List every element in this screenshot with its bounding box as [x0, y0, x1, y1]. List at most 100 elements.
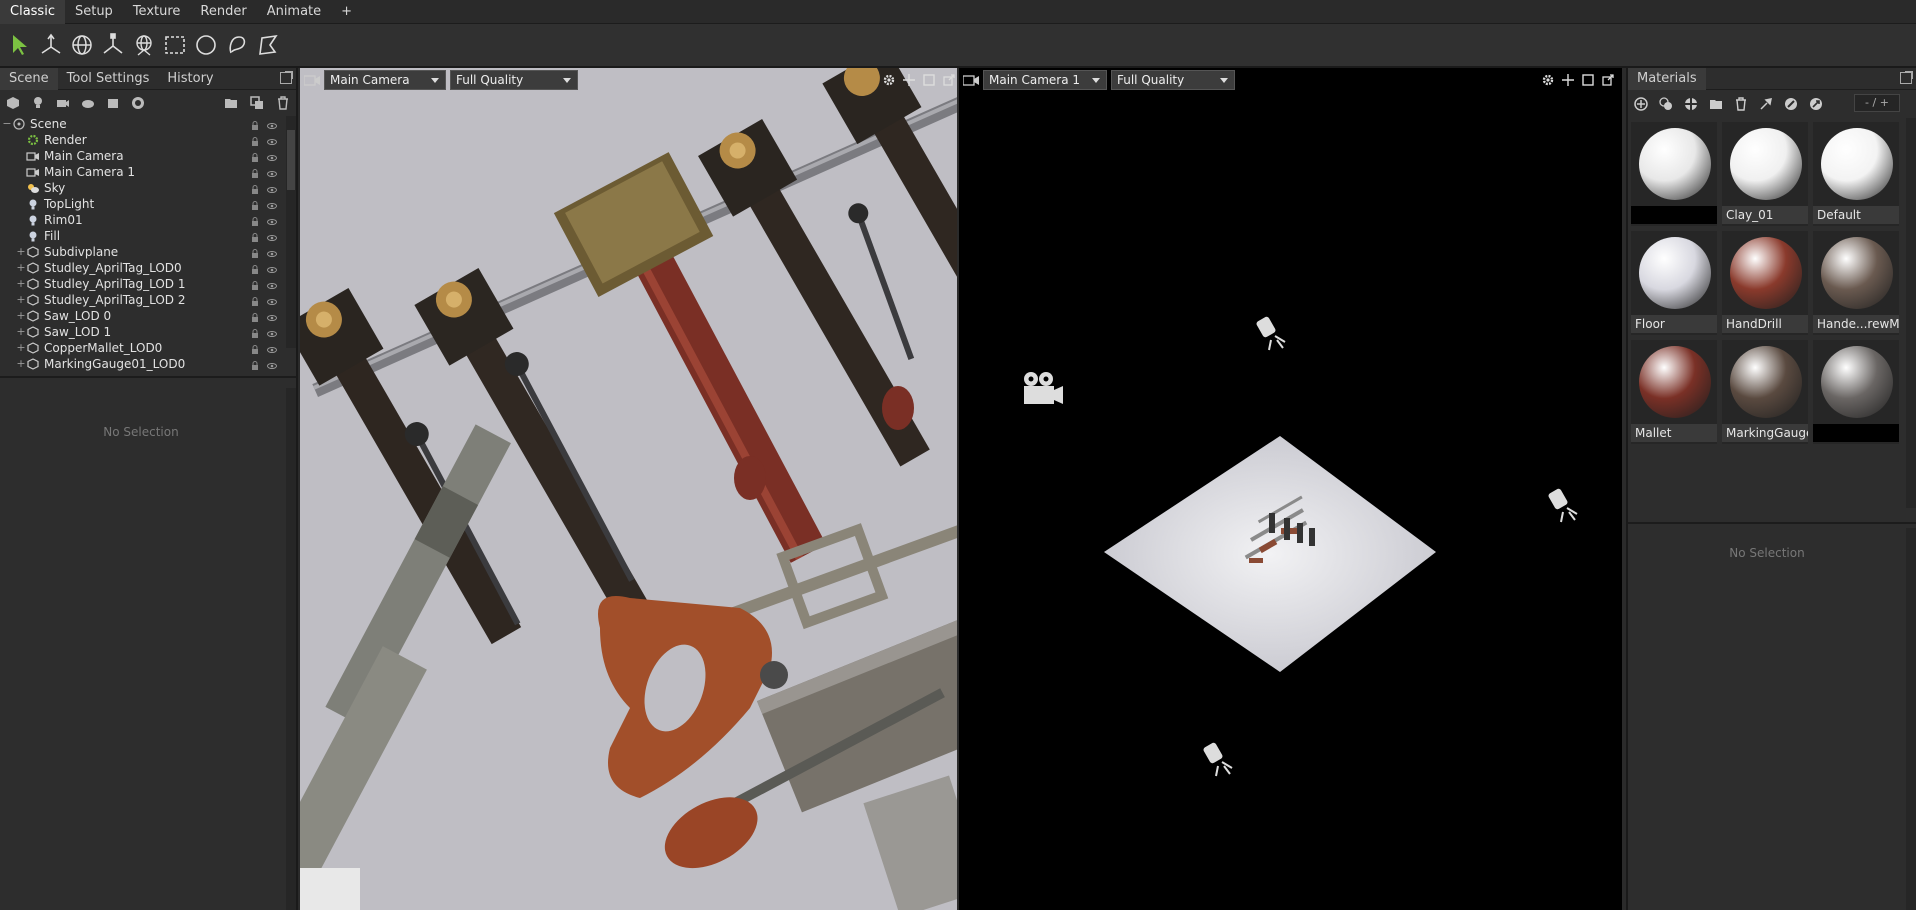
visibility-eye-icon[interactable] — [267, 215, 277, 225]
add-object-icon[interactable] — [4, 94, 22, 112]
duplicate-icon[interactable] — [248, 94, 266, 112]
scene-tree-item[interactable]: + Studley_AprilTag_LOD0 — [0, 260, 296, 276]
move-view-icon[interactable] — [1560, 72, 1576, 88]
scene-tree-item[interactable]: + MarkingGauge01_LOD0 — [0, 356, 296, 372]
delete-icon[interactable] — [274, 94, 292, 112]
folder-icon[interactable] — [1707, 95, 1725, 113]
visibility-eye-icon[interactable] — [267, 359, 277, 369]
scene-tree-item[interactable]: + Saw_LOD 1 — [0, 324, 296, 340]
lock-icon[interactable] — [250, 279, 260, 290]
expand-icon[interactable]: + — [16, 244, 26, 260]
material-swatch[interactable]: Floor — [1631, 231, 1717, 335]
visibility-eye-icon[interactable] — [267, 183, 277, 193]
tab-render[interactable]: Render — [190, 0, 256, 24]
visibility-eye-icon[interactable] — [267, 295, 277, 305]
scene-tree-item[interactable]: + Saw_LOD 0 — [0, 308, 296, 324]
assign-material-icon[interactable] — [1807, 95, 1825, 113]
add-material-icon[interactable] — [1632, 95, 1650, 113]
settings-gear-icon[interactable] — [881, 72, 897, 88]
material-swatch[interactable]: Mallet — [1631, 340, 1717, 444]
scene-tree-item[interactable]: + Studley_AprilTag_LOD 1 — [0, 276, 296, 292]
material-swatch[interactable]: Default — [1813, 122, 1899, 226]
scene-tree-item[interactable]: Rim01 — [0, 212, 296, 228]
quality-dropdown[interactable]: Full Quality — [450, 70, 578, 90]
scene-tree-item[interactable]: Render — [0, 132, 296, 148]
properties-scrollbar[interactable] — [286, 388, 296, 910]
camera-dropdown[interactable]: Main Camera — [324, 70, 446, 90]
lock-icon[interactable] — [250, 359, 260, 370]
tab-materials[interactable]: Materials — [1628, 68, 1706, 90]
scene-tree-item[interactable]: + Subdivplane — [0, 244, 296, 260]
visibility-eye-icon[interactable] — [267, 199, 277, 209]
material-page-field[interactable]: - / + — [1854, 94, 1900, 112]
light-gizmo-icon[interactable] — [1547, 486, 1587, 530]
expand-icon[interactable]: + — [16, 292, 26, 308]
lock-icon[interactable] — [250, 247, 260, 258]
lock-icon[interactable] — [250, 215, 260, 226]
tab-setup[interactable]: Setup — [65, 0, 123, 24]
add-light-icon[interactable] — [29, 94, 47, 112]
expand-icon[interactable]: + — [16, 324, 26, 340]
scene-tree-scrollbar[interactable] — [286, 116, 296, 348]
scene-tree-item[interactable]: TopLight — [0, 196, 296, 212]
folder-icon[interactable] — [222, 94, 240, 112]
viewport-main-camera[interactable]: Main Camera Full Quality — [300, 68, 957, 910]
lock-icon[interactable] — [250, 199, 260, 210]
pick-material-icon[interactable] — [1757, 95, 1775, 113]
visibility-eye-icon[interactable] — [267, 327, 277, 337]
move-view-icon[interactable] — [901, 72, 917, 88]
viewport-main-camera-1[interactable]: Main Camera 1 Full Quality — [959, 68, 1622, 910]
visibility-eye-icon[interactable] — [267, 263, 277, 273]
tab-classic[interactable]: Classic — [0, 0, 65, 24]
camera-gizmo-icon[interactable] — [1019, 370, 1067, 410]
light-gizmo-icon[interactable] — [1255, 314, 1295, 358]
material-swatch[interactable]: Clay_01 — [1722, 122, 1808, 226]
scene-tree-item[interactable]: − Scene — [0, 116, 296, 132]
material-swatch[interactable]: Hande...rewM1 — [1813, 231, 1899, 335]
collapse-icon[interactable]: − — [2, 116, 12, 132]
add-group-icon[interactable] — [104, 94, 122, 112]
camera-dropdown[interactable]: Main Camera 1 — [983, 70, 1107, 90]
delete-icon[interactable] — [1732, 95, 1750, 113]
visibility-eye-icon[interactable] — [267, 119, 277, 129]
tab-scene[interactable]: Scene — [0, 68, 58, 90]
visibility-eye-icon[interactable] — [267, 231, 277, 241]
expand-icon[interactable]: + — [16, 276, 26, 292]
material-swatch[interactable]: MarkingGauge — [1722, 340, 1808, 444]
lock-icon[interactable] — [250, 263, 260, 274]
move-axes-icon[interactable] — [35, 29, 66, 61]
visibility-eye-icon[interactable] — [267, 311, 277, 321]
select-arrow-icon[interactable] — [4, 29, 35, 61]
light-gizmo-icon[interactable] — [1202, 740, 1242, 784]
add-sky-icon[interactable] — [79, 94, 97, 112]
visibility-eye-icon[interactable] — [267, 279, 277, 289]
popout-icon[interactable] — [1600, 72, 1616, 88]
rect-select-icon[interactable] — [159, 29, 190, 61]
popout-icon[interactable] — [1900, 71, 1913, 84]
scrollbar-thumb[interactable] — [287, 130, 295, 190]
lock-icon[interactable] — [250, 231, 260, 242]
scale-axes-icon[interactable] — [97, 29, 128, 61]
checker-icon[interactable] — [1682, 95, 1700, 113]
circle-select-icon[interactable] — [190, 29, 221, 61]
duplicate-material-icon[interactable] — [1657, 95, 1675, 113]
visibility-eye-icon[interactable] — [267, 343, 277, 353]
material-swatch[interactable] — [1813, 340, 1899, 444]
maximize-icon[interactable] — [921, 72, 937, 88]
material-swatch[interactable] — [1631, 122, 1717, 226]
material-swatch[interactable]: HandDrill — [1722, 231, 1808, 335]
add-tab-button[interactable]: + — [331, 0, 362, 24]
tab-animate[interactable]: Animate — [257, 0, 331, 24]
material-properties-scrollbar[interactable] — [1906, 528, 1916, 910]
lock-icon[interactable] — [250, 311, 260, 322]
lock-icon[interactable] — [250, 135, 260, 146]
edit-material-icon[interactable] — [1782, 95, 1800, 113]
light-sphere-icon[interactable] — [128, 29, 159, 61]
scene-tree-item[interactable]: Fill — [0, 228, 296, 244]
tab-texture[interactable]: Texture — [123, 0, 191, 24]
scene-tree-item[interactable]: + CopperMallet_LOD0 — [0, 340, 296, 356]
lock-icon[interactable] — [250, 327, 260, 338]
scene-tree-item[interactable]: Main Camera 1 — [0, 164, 296, 180]
expand-icon[interactable]: + — [16, 260, 26, 276]
lasso-select-icon[interactable] — [221, 29, 252, 61]
